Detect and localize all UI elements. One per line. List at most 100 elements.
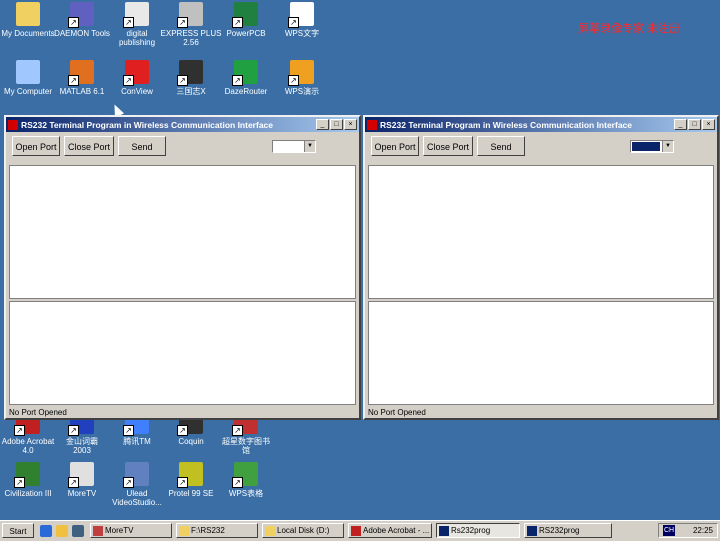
- shortcut-arrow-icon: ↗: [177, 75, 188, 86]
- desktop-shortcut-label: WPS表格: [228, 489, 264, 498]
- status-text: No Port Opened: [368, 408, 426, 417]
- shortcut-arrow-icon: ↗: [232, 75, 243, 86]
- close-button[interactable]: ×: [702, 119, 715, 130]
- shortcut-arrow-icon: ↗: [288, 17, 299, 28]
- send-area[interactable]: [368, 301, 714, 405]
- shortcut-arrow-icon: ↗: [232, 477, 243, 488]
- outlook-icon[interactable]: [56, 525, 68, 537]
- wps-text-icon[interactable]: ↗: [288, 2, 314, 28]
- open-port-button[interactable]: Open Port: [12, 136, 60, 156]
- protel-icon[interactable]: ↗: [177, 462, 203, 488]
- maximize-button[interactable]: □: [330, 119, 343, 130]
- app-icon: [8, 119, 18, 130]
- taskbar-button-label: Local Disk (D:): [277, 526, 330, 535]
- app-icon: [527, 526, 537, 536]
- disk-icon: [265, 526, 275, 536]
- minimize-button[interactable]: _: [674, 119, 687, 130]
- shortcut-arrow-icon: ↗: [123, 477, 134, 488]
- chevron-down-icon[interactable]: ▼: [662, 141, 673, 152]
- civilization-icon[interactable]: ↗: [14, 462, 40, 488]
- status-text: No Port Opened: [9, 408, 67, 417]
- shortcut-arrow-icon: ↗: [14, 477, 25, 488]
- desktop-shortcut[interactable]: ↗ WPS文字: [266, 2, 338, 38]
- shortcut-arrow-icon: ↗: [68, 425, 79, 436]
- title-bar[interactable]: RS232 Terminal Program in Wireless Commu…: [365, 117, 717, 132]
- shortcut-arrow-icon: ↗: [232, 17, 243, 28]
- moretv-icon[interactable]: ↗: [68, 462, 94, 488]
- taskbar-button-label: MoreTV: [105, 526, 134, 535]
- desktop-shortcut-label: WPS演示: [284, 87, 320, 96]
- desktop-shortcut[interactable]: ↗ WPS表格: [210, 462, 282, 498]
- taskbar-button[interactable]: F:\RS232: [176, 523, 258, 538]
- minimize-button[interactable]: _: [316, 119, 329, 130]
- open-port-button[interactable]: Open Port: [371, 136, 419, 156]
- shortcut-arrow-icon: ↗: [68, 17, 79, 28]
- matlab-icon[interactable]: ↗: [68, 60, 94, 86]
- publishing-icon[interactable]: ↗: [123, 2, 149, 28]
- folder-icon: [179, 526, 189, 536]
- shortcut-arrow-icon: ↗: [177, 425, 188, 436]
- shortcut-arrow-icon: ↗: [123, 425, 134, 436]
- send-button[interactable]: Send: [477, 136, 525, 156]
- dazerouter-icon[interactable]: ↗: [232, 60, 258, 86]
- close-button[interactable]: ×: [344, 119, 357, 130]
- shortcut-arrow-icon: ↗: [232, 425, 243, 436]
- shortcut-arrow-icon: ↗: [68, 75, 79, 86]
- system-tray: CH 22:25: [658, 523, 718, 538]
- maximize-button[interactable]: □: [688, 119, 701, 130]
- port-select[interactable]: ▼: [630, 140, 674, 153]
- shortcut-arrow-icon: ↗: [177, 17, 188, 28]
- desktop-icon[interactable]: [72, 525, 84, 537]
- acrobat-icon: [351, 526, 361, 536]
- window-title: RS232 Terminal Program in Wireless Commu…: [21, 119, 274, 130]
- clock[interactable]: 22:25: [693, 524, 713, 538]
- taskbar-button[interactable]: RS232prog: [524, 523, 612, 538]
- app-icon: [367, 119, 377, 130]
- wps-table-icon[interactable]: ↗: [232, 462, 258, 488]
- send-button[interactable]: Send: [118, 136, 166, 156]
- taskbar-button-label: RS232prog: [539, 526, 580, 535]
- express-plus-icon[interactable]: ↗: [177, 2, 203, 28]
- title-bar[interactable]: RS232 Terminal Program in Wireless Commu…: [6, 117, 359, 132]
- toolbar: Open Port Close Port Send ▼: [365, 132, 717, 164]
- terminal-window-right: RS232 Terminal Program in Wireless Commu…: [363, 115, 719, 420]
- send-area[interactable]: [9, 301, 356, 405]
- shortcut-arrow-icon: ↗: [14, 425, 25, 436]
- close-port-button[interactable]: Close Port: [423, 136, 473, 156]
- conview-icon[interactable]: ↗: [123, 60, 149, 86]
- start-button[interactable]: Start: [2, 523, 34, 538]
- close-port-button[interactable]: Close Port: [64, 136, 114, 156]
- daemon-tools-icon[interactable]: ↗: [68, 2, 94, 28]
- sanguo-icon[interactable]: ↗: [177, 60, 203, 86]
- taskbar-button[interactable]: Adobe Acrobat - ...: [348, 523, 432, 538]
- moretv-icon: [93, 526, 103, 536]
- chevron-down-icon[interactable]: ▼: [304, 141, 315, 152]
- taskbar: Start MoreTV F:\RS232 Local Disk (D:) Adobe…: [0, 520, 720, 541]
- language-indicator[interactable]: CH: [663, 525, 675, 536]
- taskbar-button-label: Rs232prog: [451, 526, 491, 535]
- my-computer-icon[interactable]: [16, 60, 40, 84]
- ulead-icon[interactable]: ↗: [123, 462, 149, 488]
- taskbar-button[interactable]: Rs232prog: [436, 523, 520, 538]
- shortcut-arrow-icon: ↗: [123, 75, 134, 86]
- shortcut-arrow-icon: ↗: [177, 477, 188, 488]
- wps-presentation-icon[interactable]: ↗: [288, 60, 314, 86]
- receive-area[interactable]: [9, 165, 356, 299]
- desktop-shortcut-label: 超星数字图书 馆: [222, 437, 270, 455]
- desktop-shortcut[interactable]: ↗ WPS演示: [266, 60, 338, 96]
- shortcut-arrow-icon: ↗: [68, 477, 79, 488]
- receive-area[interactable]: [368, 165, 714, 299]
- taskbar-button-label: Adobe Acrobat - ...: [363, 526, 430, 535]
- taskbar-button[interactable]: Local Disk (D:): [262, 523, 344, 538]
- port-select[interactable]: ▼: [272, 140, 316, 153]
- toolbar: Open Port Close Port Send ▼: [6, 132, 359, 164]
- terminal-window-left: RS232 Terminal Program in Wireless Commu…: [4, 115, 361, 420]
- shortcut-arrow-icon: ↗: [123, 17, 134, 28]
- shortcut-arrow-icon: ↗: [288, 75, 299, 86]
- ie-icon[interactable]: [40, 525, 52, 537]
- taskbar-button[interactable]: MoreTV: [90, 523, 172, 538]
- window-title: RS232 Terminal Program in Wireless Commu…: [380, 119, 633, 130]
- desktop-shortcut-label: WPS文字: [284, 29, 320, 38]
- my-documents-icon[interactable]: [16, 2, 40, 26]
- powerpcb-icon[interactable]: ↗: [232, 2, 258, 28]
